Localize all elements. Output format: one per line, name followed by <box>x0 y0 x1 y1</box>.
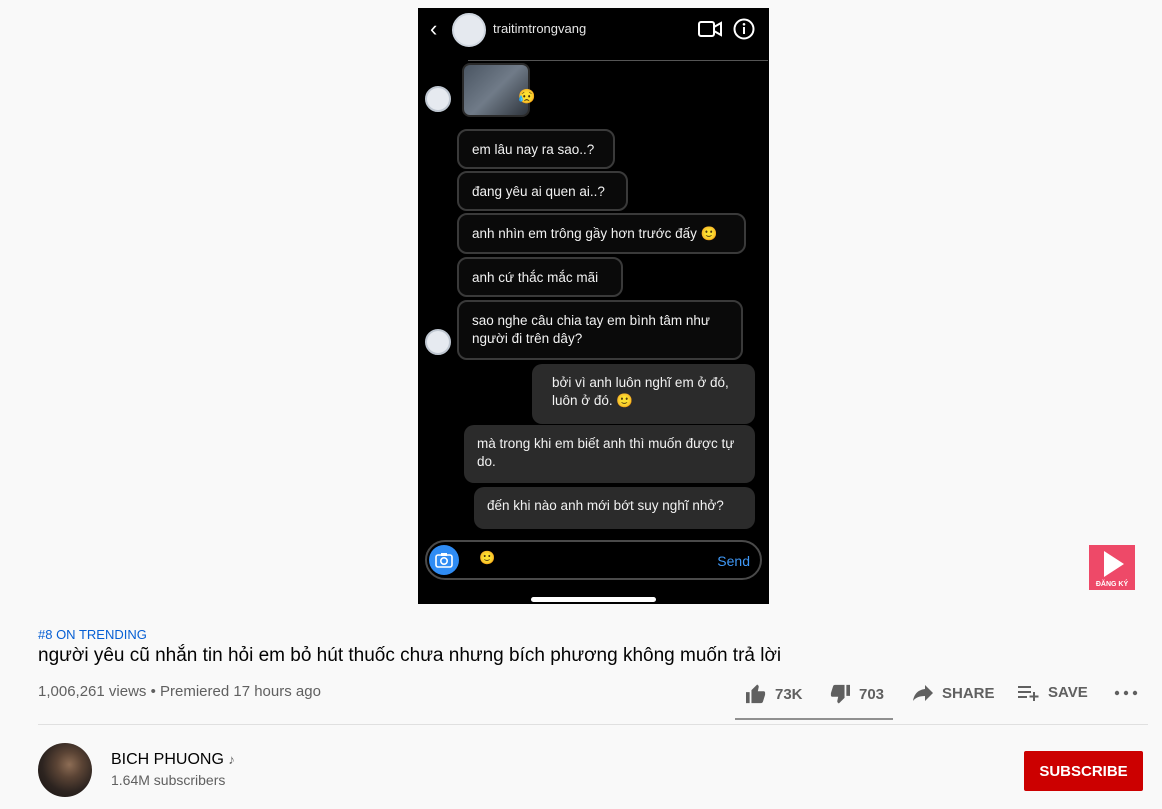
trending-link[interactable]: #8 ON TRENDING <box>38 627 147 642</box>
share-icon <box>913 685 933 701</box>
subscribe-button[interactable]: SUBSCRIBE <box>1024 751 1143 791</box>
dislike-button[interactable]: 703 <box>829 684 884 704</box>
section-divider <box>38 724 1148 725</box>
message-bubble-sent: mà trong khi em biết anh thì muốn được t… <box>464 425 755 483</box>
share-label: SHARE <box>942 684 995 702</box>
video-stats: 1,006,261 views • Premiered 17 hours ago <box>38 683 321 700</box>
message-text: em lâu nay ra sao..? <box>472 142 595 157</box>
emoji-icon: 🙂 <box>479 550 496 565</box>
back-arrow-icon: ‹ <box>430 16 438 41</box>
message-bubble-received: sao nghe câu chia tay em bình tâm như ng… <box>457 300 743 360</box>
save-label: SAVE <box>1048 684 1088 701</box>
like-ratio-fill <box>735 718 892 720</box>
playlist-add-icon <box>1018 685 1039 701</box>
like-count: 73K <box>775 685 803 703</box>
dm-username: traitimtrongvang <box>493 21 587 36</box>
more-actions-button[interactable] <box>1114 690 1146 696</box>
dislike-count: 703 <box>859 685 885 703</box>
smile-emoji-icon: 🙂 <box>700 226 718 241</box>
watermark-label: ĐĂNG KÝ <box>1095 581 1129 588</box>
video-title: người yêu cũ nhắn tin hỏi em bỏ hút thuố… <box>38 645 782 666</box>
home-indicator <box>531 597 656 602</box>
subscribe-watermark[interactable]: ĐĂNG KÝ <box>1089 545 1135 590</box>
thumbs-down-icon <box>830 684 850 704</box>
header-divider <box>468 60 768 61</box>
share-button[interactable]: SHARE <box>912 684 995 702</box>
message-bubble-sent: bởi vì anh luôn nghĩ em ở đó, luôn ở đó.… <box>532 364 755 424</box>
send-button: Send <box>717 553 750 569</box>
message-text: mà trong khi em biết anh thì muốn được t… <box>477 436 735 469</box>
thumbs-up-icon <box>746 684 766 704</box>
music-note-icon: ♪ <box>228 752 235 767</box>
message-text: đến khi nào anh mới bớt suy nghĩ nhở? <box>487 498 724 513</box>
channel-avatar[interactable] <box>38 743 92 797</box>
video-player[interactable]: ‹ traitimtrongvang 😥 em lâu nay ra sao..… <box>418 8 769 604</box>
camera-icon <box>429 545 459 575</box>
contact-avatar <box>425 329 451 355</box>
info-icon <box>733 18 755 40</box>
message-text: sao nghe câu chia tay em bình tâm như ng… <box>472 313 710 346</box>
message-bubble-received: anh cứ thắc mắc mãi <box>457 257 623 297</box>
save-button[interactable]: SAVE <box>1018 684 1088 701</box>
message-composer: 🙂 Send <box>425 540 762 580</box>
message-bubble-sent: đến khi nào anh mới bớt suy nghĩ nhở? <box>474 487 755 529</box>
message-bubble-received: đang yêu ai quen ai..? <box>457 171 628 211</box>
like-ratio-bar <box>735 718 893 720</box>
message-text: anh nhìn em trông gầy hơn trước đấy <box>472 226 697 241</box>
like-button[interactable]: 73K <box>745 684 803 704</box>
message-text: bởi vì anh luôn nghĩ em ở đó, luôn ở đó. <box>552 375 729 408</box>
message-bubble-received: em lâu nay ra sao..? <box>457 129 615 169</box>
contact-avatar <box>425 86 451 112</box>
message-text: đang yêu ai quen ai..? <box>472 184 605 199</box>
channel-name[interactable]: BICH PHUONG ♪ <box>111 751 235 769</box>
smile-emoji-icon: 🙂 <box>616 393 634 408</box>
dm-header: ‹ traitimtrongvang <box>418 8 769 60</box>
message-bubble-received: anh nhìn em trông gầy hơn trước đấy 🙂 <box>457 213 746 254</box>
premiere-date: Premiered 17 hours ago <box>160 683 321 700</box>
header-avatar <box>452 13 486 47</box>
video-call-icon <box>698 21 722 37</box>
reaction-emoji-icon: 😥 <box>518 88 536 104</box>
more-horizontal-icon <box>1114 690 1138 696</box>
message-text: anh cứ thắc mắc mãi <box>472 270 599 285</box>
view-count: 1,006,261 views <box>38 683 147 700</box>
subscriber-count: 1.64M subscribers <box>111 772 226 788</box>
play-icon <box>1104 551 1124 577</box>
